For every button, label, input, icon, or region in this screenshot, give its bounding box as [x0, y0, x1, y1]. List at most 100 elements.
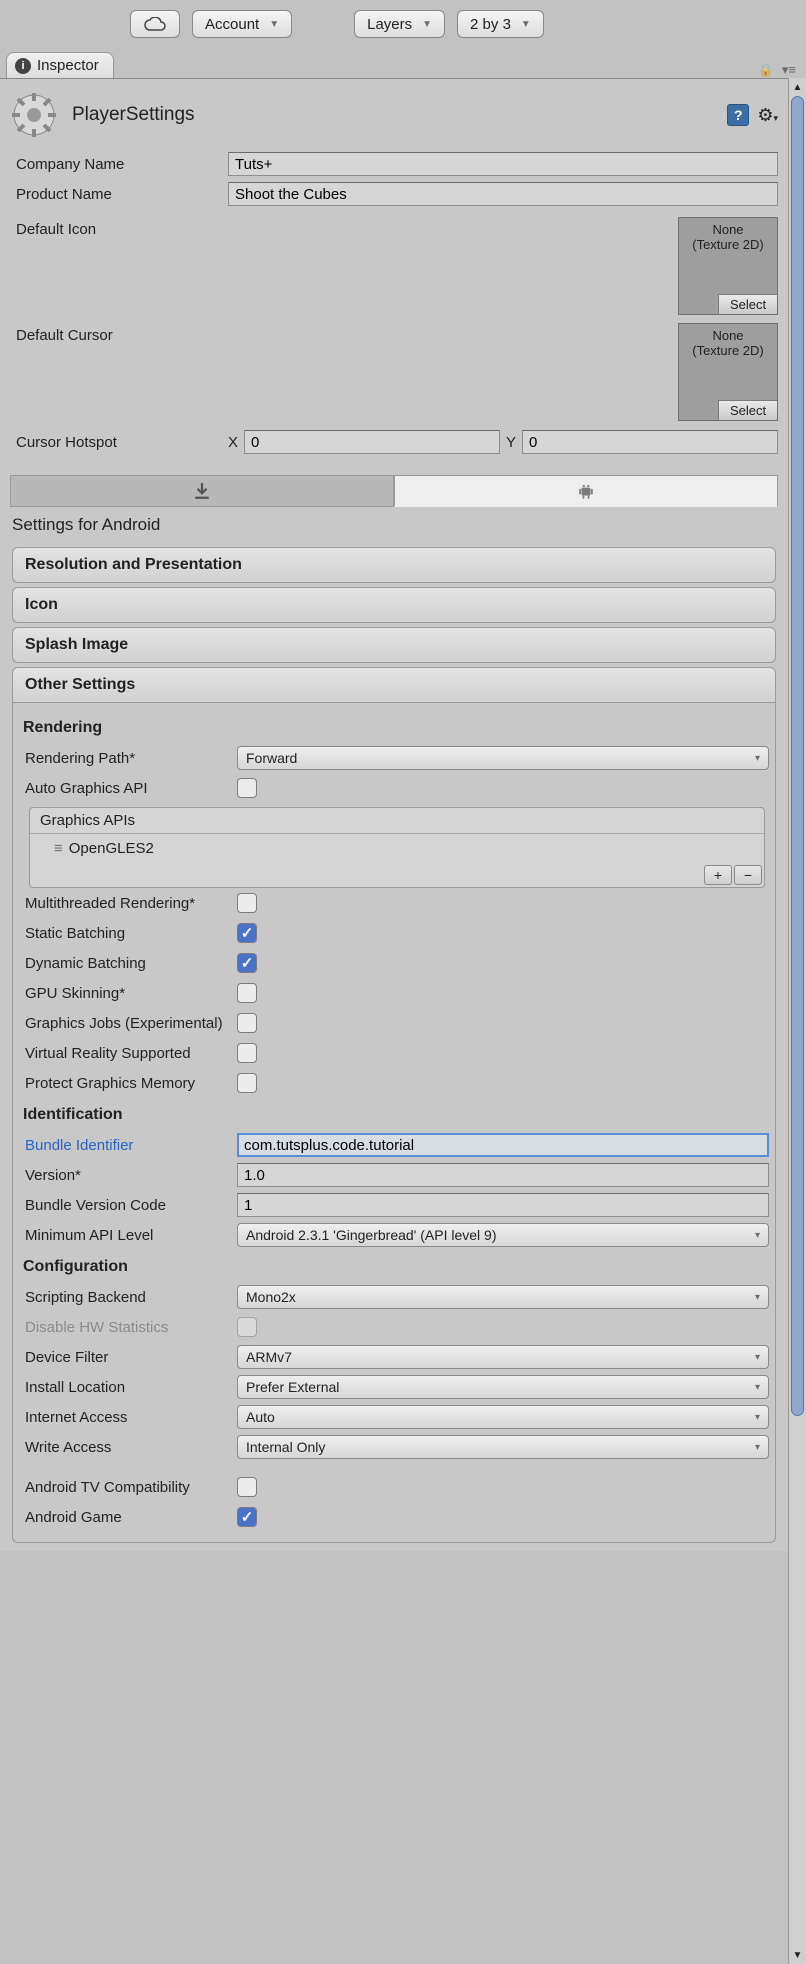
bundle-version-code-input[interactable]	[237, 1193, 769, 1217]
internet-access-value: Auto	[246, 1409, 275, 1425]
graphics-jobs-checkbox[interactable]	[237, 1013, 257, 1033]
foldout-resolution[interactable]: Resolution and Presentation	[12, 547, 776, 583]
vr-supported-checkbox[interactable]	[237, 1043, 257, 1063]
device-filter-value: ARMv7	[246, 1349, 292, 1365]
internet-access-dropdown[interactable]: Auto	[237, 1405, 769, 1429]
info-icon: i	[15, 58, 31, 74]
min-api-level-value: Android 2.3.1 'Gingerbread' (API level 9…	[246, 1227, 496, 1243]
platform-tab-android[interactable]	[394, 475, 778, 507]
scripting-backend-value: Mono2x	[246, 1289, 296, 1305]
write-access-value: Internal Only	[246, 1439, 325, 1455]
remove-api-button[interactable]: −	[734, 865, 762, 885]
account-dropdown[interactable]: Account ▼	[192, 10, 292, 38]
caret-down-icon: ▼	[422, 19, 432, 30]
default-cursor-label: Default Cursor	[10, 323, 228, 344]
company-name-input[interactable]	[228, 152, 778, 176]
settings-menu-button[interactable]: ⚙▾	[757, 105, 778, 126]
rendering-header: Rendering	[19, 711, 769, 743]
add-api-button[interactable]: +	[704, 865, 732, 885]
rendering-path-label: Rendering Path*	[19, 750, 237, 767]
player-settings-panel: PlayerSettings ? ⚙▾ Company Name Product…	[0, 78, 788, 1551]
cursor-hotspot-y-input[interactable]	[522, 430, 778, 454]
scroll-down-arrow[interactable]: ▼	[789, 1946, 806, 1964]
device-filter-dropdown[interactable]: ARMv7	[237, 1345, 769, 1369]
bundle-identifier-label: Bundle Identifier	[19, 1137, 237, 1154]
android-tv-compat-checkbox[interactable]	[237, 1477, 257, 1497]
dynamic-batching-label: Dynamic Batching	[19, 955, 237, 972]
graphics-jobs-label: Graphics Jobs (Experimental)	[19, 1015, 237, 1032]
min-api-level-label: Minimum API Level	[19, 1227, 237, 1244]
write-access-label: Write Access	[19, 1439, 237, 1456]
foldout-icon[interactable]: Icon	[12, 587, 776, 623]
cloud-button[interactable]	[130, 10, 180, 38]
android-icon	[577, 482, 595, 500]
foldout-other-settings[interactable]: Other Settings	[12, 667, 776, 703]
default-icon-select-button[interactable]: Select	[718, 294, 777, 314]
disable-hw-stats-checkbox	[237, 1317, 257, 1337]
layers-dropdown[interactable]: Layers ▼	[354, 10, 445, 38]
rendering-path-value: Forward	[246, 750, 297, 766]
device-filter-label: Device Filter	[19, 1349, 237, 1366]
default-icon-slot[interactable]: None (Texture 2D) Select	[678, 217, 778, 315]
dynamic-batching-checkbox[interactable]	[237, 953, 257, 973]
cloud-icon	[144, 17, 166, 31]
lock-icon[interactable]: 🔒	[758, 62, 774, 78]
auto-graphics-api-checkbox[interactable]	[237, 778, 257, 798]
default-cursor-type: (Texture 2D)	[679, 343, 777, 358]
settings-for-label: Settings for Android	[10, 507, 778, 543]
layout-label: 2 by 3	[470, 16, 511, 33]
protect-mem-checkbox[interactable]	[237, 1073, 257, 1093]
gpu-skinning-checkbox[interactable]	[237, 983, 257, 1003]
bundle-identifier-input[interactable]	[237, 1133, 769, 1157]
rendering-path-dropdown[interactable]: Forward	[237, 746, 769, 770]
layers-label: Layers	[367, 16, 412, 33]
other-settings-body: Rendering Rendering Path* Forward Auto G…	[12, 703, 776, 1543]
static-batching-label: Static Batching	[19, 925, 237, 942]
graphics-apis-list: Graphics APIs ≡ OpenGLES2 + −	[29, 807, 765, 888]
multithreaded-checkbox[interactable]	[237, 893, 257, 913]
version-input[interactable]	[237, 1163, 769, 1187]
write-access-dropdown[interactable]: Internal Only	[237, 1435, 769, 1459]
version-label: Version*	[19, 1167, 237, 1184]
context-menu-icon[interactable]: ▾≡	[782, 62, 796, 78]
settings-gear-icon	[10, 91, 58, 139]
default-cursor-select-button[interactable]: Select	[718, 400, 777, 420]
scrollbar-thumb[interactable]	[791, 96, 804, 1416]
x-label: X	[228, 434, 238, 451]
android-tv-compat-label: Android TV Compatibility	[19, 1479, 237, 1496]
layout-dropdown[interactable]: 2 by 3 ▼	[457, 10, 544, 38]
graphics-apis-header: Graphics APIs	[30, 808, 764, 834]
drag-handle-icon[interactable]: ≡	[54, 840, 61, 857]
platform-tab-standalone[interactable]	[10, 475, 394, 507]
default-icon-label: Default Icon	[10, 217, 228, 238]
cursor-hotspot-x-input[interactable]	[244, 430, 500, 454]
gpu-skinning-label: GPU Skinning*	[19, 985, 237, 1002]
product-name-label: Product Name	[10, 186, 228, 203]
graphics-api-name: OpenGLES2	[69, 840, 154, 857]
y-label: Y	[506, 434, 516, 451]
min-api-level-dropdown[interactable]: Android 2.3.1 'Gingerbread' (API level 9…	[237, 1223, 769, 1247]
install-location-value: Prefer External	[246, 1379, 339, 1395]
android-game-checkbox[interactable]	[237, 1507, 257, 1527]
auto-graphics-api-label: Auto Graphics API	[19, 780, 237, 797]
scripting-backend-dropdown[interactable]: Mono2x	[237, 1285, 769, 1309]
tab-bar: i Inspector 🔒 ▾≡	[0, 48, 806, 78]
identification-header: Identification	[19, 1098, 769, 1130]
disable-hw-stats-label: Disable HW Statistics	[19, 1319, 237, 1336]
tab-inspector[interactable]: i Inspector	[6, 52, 114, 78]
install-location-dropdown[interactable]: Prefer External	[237, 1375, 769, 1399]
foldout-splash[interactable]: Splash Image	[12, 627, 776, 663]
cursor-hotspot-label: Cursor Hotspot	[10, 434, 228, 451]
default-icon-type: (Texture 2D)	[679, 237, 777, 252]
static-batching-checkbox[interactable]	[237, 923, 257, 943]
default-icon-none: None	[679, 222, 777, 237]
default-cursor-slot[interactable]: None (Texture 2D) Select	[678, 323, 778, 421]
vertical-scrollbar[interactable]: ▲ ▼	[788, 78, 806, 1964]
top-toolbar: Account ▼ Layers ▼ 2 by 3 ▼	[0, 0, 806, 48]
caret-down-icon: ▼	[269, 19, 279, 30]
help-button[interactable]: ?	[727, 104, 749, 126]
bundle-version-code-label: Bundle Version Code	[19, 1197, 237, 1214]
graphics-api-item[interactable]: ≡ OpenGLES2	[30, 834, 764, 863]
product-name-input[interactable]	[228, 182, 778, 206]
scroll-up-arrow[interactable]: ▲	[789, 78, 806, 96]
